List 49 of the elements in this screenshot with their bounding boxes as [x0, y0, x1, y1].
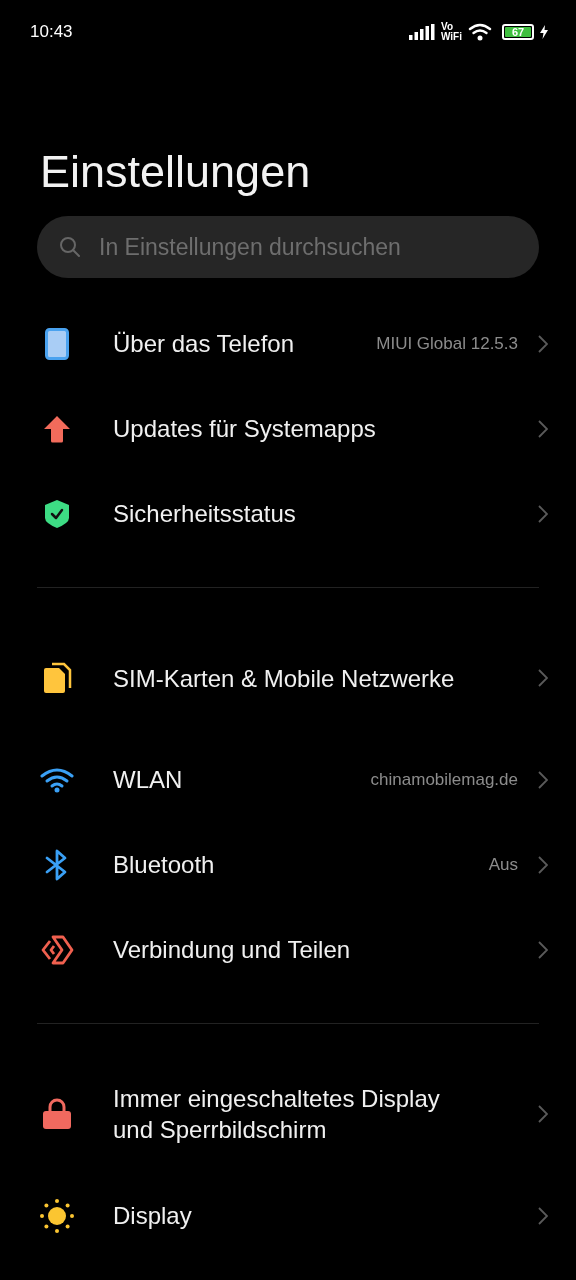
- arrow-up-icon: [43, 414, 71, 443]
- sun-icon: [40, 1198, 74, 1233]
- row-label: WLAN: [113, 765, 183, 795]
- settings-row[interactable]: Updates für Systemapps: [0, 386, 576, 471]
- row-label: Verbindung und Teilen: [113, 935, 352, 965]
- volte-label: WiFi: [441, 32, 462, 42]
- row-value: chinamobilemag.de: [370, 768, 518, 791]
- row-label: Display: [113, 1201, 193, 1231]
- page-title: Einstellungen: [40, 145, 311, 199]
- search-input[interactable]: In Einstellungen durchsuchen: [99, 229, 517, 265]
- sim-cards-icon: [42, 662, 72, 694]
- row-label: Über das Telefon: [113, 329, 294, 359]
- settings-row[interactable]: Bluetooth Aus: [0, 822, 576, 907]
- chevron-right-icon: [538, 770, 548, 789]
- row-label: Immer eingeschaltetes Display und Sperrbildschirm: [113, 1084, 441, 1145]
- volte-label: Vo: [441, 22, 455, 32]
- lock-icon: [42, 1098, 72, 1130]
- search-icon: [59, 236, 81, 258]
- signal-icon: [409, 24, 435, 40]
- share-icon: [40, 934, 74, 965]
- row-label: SIM-Karten & Mobile Netzwerke: [113, 663, 456, 694]
- settings-row[interactable]: Über das Telefon MIUI Global 12.5.3: [0, 301, 576, 386]
- charging-icon: [540, 25, 548, 39]
- row-label: Updates für Systemapps: [113, 414, 377, 444]
- settings-row[interactable]: Immer eingeschaltetes Display und Sperrbildschirm: [0, 1055, 576, 1173]
- chevron-right-icon: [538, 940, 548, 959]
- chevron-right-icon: [538, 1206, 548, 1225]
- chevron-right-icon: [538, 1105, 548, 1123]
- settings-row[interactable]: Display: [0, 1173, 576, 1258]
- chevron-right-icon: [538, 419, 548, 438]
- chevron-right-icon: [538, 855, 548, 874]
- row-label: Sicherheitsstatus: [113, 499, 297, 529]
- row-value: MIUI Global 12.5.3: [376, 332, 518, 355]
- settings-row[interactable]: WLAN chinamobilemag.de: [0, 737, 576, 822]
- settings-row[interactable]: SIM-Karten & Mobile Netzwerke: [0, 619, 576, 737]
- chevron-right-icon: [538, 334, 548, 353]
- wifi-icon: [40, 766, 74, 793]
- chevron-right-icon: [538, 504, 548, 523]
- clock-time: 10:43: [30, 21, 73, 44]
- row-label: Bluetooth: [113, 850, 215, 880]
- shield-check-icon: [44, 498, 70, 529]
- chevron-right-icon: [538, 669, 548, 687]
- row-value: Aus: [488, 853, 518, 876]
- settings-row[interactable]: Verbindung und Teilen: [0, 907, 576, 992]
- phone-icon: [45, 327, 69, 360]
- search-field[interactable]: In Einstellungen durchsuchen: [37, 216, 539, 278]
- settings-row[interactable]: Sicherheitsstatus: [0, 471, 576, 556]
- battery-indicator: 67: [502, 24, 534, 40]
- wifi-icon: [468, 23, 492, 41]
